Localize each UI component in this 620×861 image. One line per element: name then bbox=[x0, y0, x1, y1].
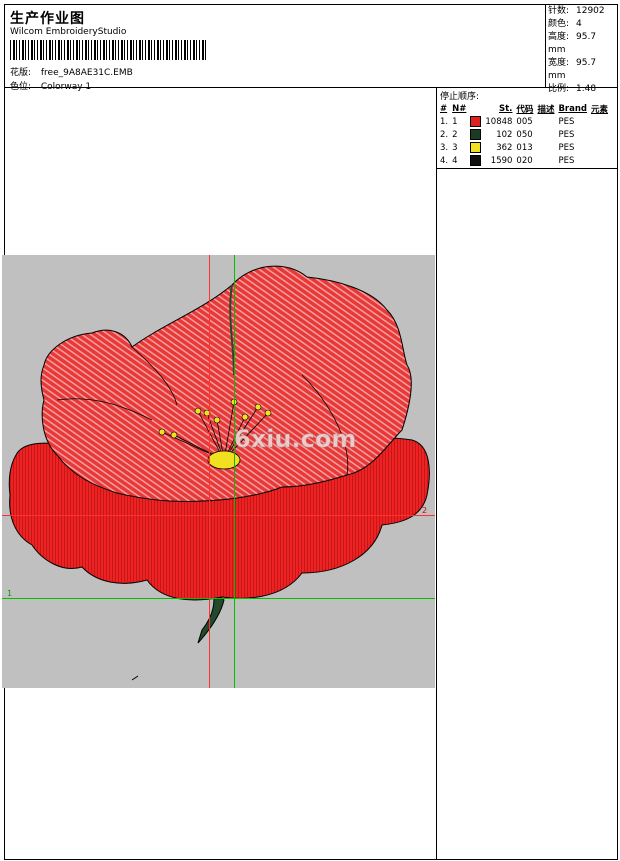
file-name: free_9A8AE31C.EMB bbox=[40, 68, 133, 78]
marker-1: 1 bbox=[7, 589, 13, 598]
stop-sequence-heading: 停止顺序: bbox=[440, 92, 480, 102]
flower-center bbox=[207, 450, 241, 470]
table-row: 4. 4 1590 020 PES bbox=[440, 155, 575, 166]
color-swatch bbox=[470, 129, 482, 140]
guide-vertical-green bbox=[234, 255, 235, 688]
file-line: 花版: free_9A8AE31C.EMB bbox=[10, 65, 133, 78]
col-code: 代码 bbox=[516, 105, 534, 115]
file-label: 花版: bbox=[10, 68, 32, 78]
guide-horizontal-red bbox=[2, 515, 435, 516]
colorway-name: Colorway 1 bbox=[40, 82, 92, 92]
stat-colors: 颜色: 4 bbox=[548, 19, 582, 29]
flower-design: 6xiu.com bbox=[8, 265, 430, 681]
col-desc: 描述 bbox=[537, 105, 555, 115]
table-row: 1. 1 10848 005 PES bbox=[440, 116, 575, 127]
col-stitches: St. bbox=[499, 104, 513, 114]
table-row: 3. 3 362 013 PES bbox=[440, 142, 575, 153]
watermark: 6xiu.com bbox=[234, 425, 356, 453]
header-info: 生产作业图 Wilcom EmbroideryStudio 花版: free_9… bbox=[4, 4, 546, 92]
col-hash: # bbox=[440, 104, 448, 114]
marker-2: 2 bbox=[422, 506, 428, 515]
guide-horizontal-green bbox=[2, 598, 435, 599]
page-title: 生产作业图 bbox=[10, 11, 85, 27]
barcode bbox=[10, 40, 208, 60]
table-header: # N# St. 代码 描述 Brand 元素 bbox=[438, 103, 610, 115]
stop-sequence-table: # N# St. 代码 描述 Brand 元素 1. 1 10848 005 PES… bbox=[438, 103, 610, 167]
colorway-label: 色位: bbox=[10, 82, 32, 92]
guide-vertical-red bbox=[209, 255, 210, 688]
colorway-line: 色位: Colorway 1 bbox=[10, 79, 91, 92]
design-preview: 6xiu.com bbox=[2, 255, 435, 688]
color-swatch bbox=[470, 142, 482, 153]
stat-width: 宽度: 95.7 mm bbox=[548, 58, 597, 81]
stop-sequence-panel: 停止顺序: # N# St. 代码 描述 Brand 元素 1. 1 10848 0… bbox=[436, 88, 618, 860]
panel-divider bbox=[437, 168, 618, 169]
stat-stitches: 针数: 12902 bbox=[548, 6, 605, 16]
col-element: 元素 bbox=[591, 105, 609, 115]
design-stats: 针数: 12902 颜色: 4 高度: 95.7 mm 宽度: 95.7 mm 比例: 1… bbox=[546, 4, 618, 94]
stat-height: 高度: 95.7 mm bbox=[548, 32, 597, 55]
col-swatch bbox=[468, 103, 483, 115]
col-brand: Brand bbox=[558, 104, 587, 114]
table-row: 2. 2 102 050 PES bbox=[440, 129, 575, 140]
col-needle: N# bbox=[452, 104, 467, 114]
color-swatch bbox=[470, 116, 482, 127]
color-swatch bbox=[470, 155, 482, 166]
company-name: Wilcom EmbroideryStudio bbox=[10, 27, 127, 37]
